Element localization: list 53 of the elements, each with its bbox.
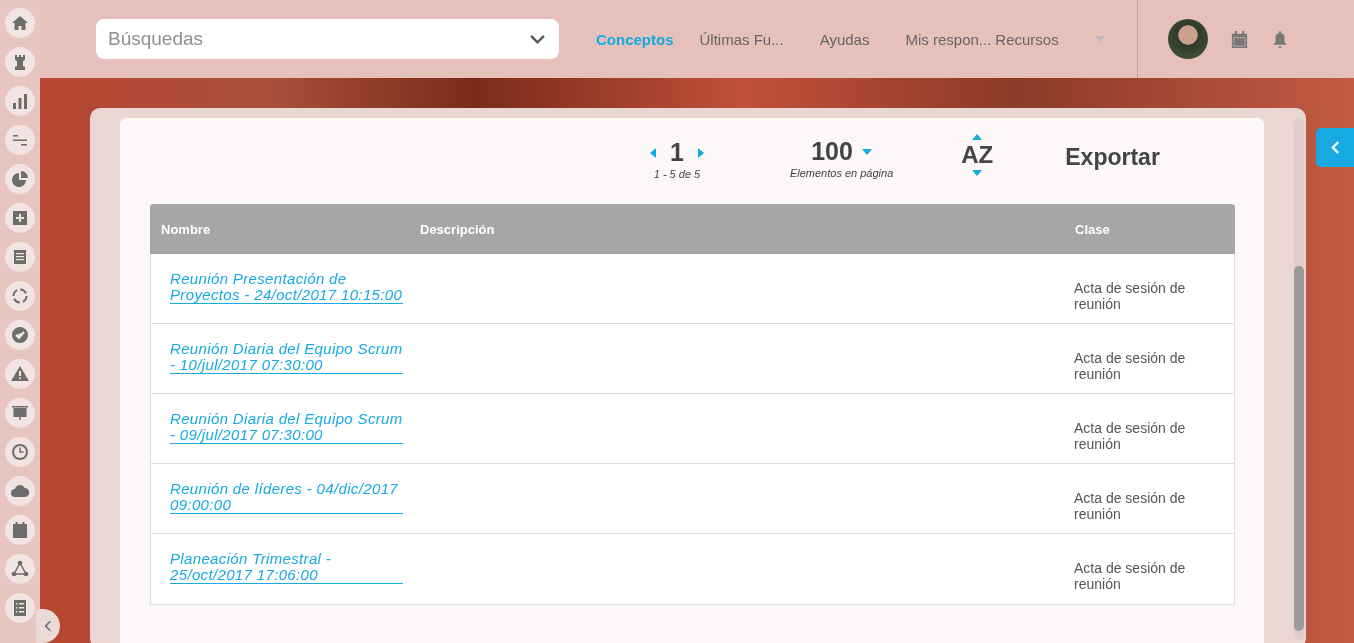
column-header: Nombre bbox=[160, 221, 212, 237]
next-page-icon[interactable] bbox=[697, 147, 704, 158]
home-icon[interactable] bbox=[5, 8, 35, 38]
presentation-icon[interactable] bbox=[5, 398, 35, 428]
scrollbar[interactable] bbox=[1294, 118, 1304, 640]
column-header: Clase bbox=[1075, 221, 1111, 237]
nav-tab[interactable]: Ayudas bbox=[819, 30, 870, 48]
page-number: 1 bbox=[670, 138, 684, 167]
lines-icon[interactable] bbox=[5, 125, 35, 155]
previous-page-icon[interactable] bbox=[650, 147, 656, 158]
page-size-label: Elementos en página bbox=[789, 167, 894, 179]
calendar-icon[interactable] bbox=[5, 515, 35, 545]
search-field[interactable]: Búsquedas bbox=[96, 19, 559, 59]
table-cell-text: Acta de sesión de reunión bbox=[1074, 280, 1187, 312]
record-link[interactable]: Reunión Presentación de Proyectos - 24/oct/2017 10:15:00 bbox=[170, 271, 403, 304]
bar-chart-icon[interactable] bbox=[5, 86, 35, 116]
scrollbar-thumb[interactable] bbox=[1294, 266, 1304, 631]
cycle-icon[interactable] bbox=[5, 281, 35, 311]
warning-icon[interactable] bbox=[5, 359, 35, 389]
user-avatar[interactable] bbox=[1167, 19, 1208, 59]
column-header: Descripción bbox=[420, 221, 496, 237]
triangle-nodes-icon[interactable] bbox=[5, 554, 35, 584]
document-icon[interactable] bbox=[5, 242, 35, 272]
cloud-icon[interactable] bbox=[5, 476, 35, 506]
table-cell-text: Acta de sesión de reunión bbox=[1074, 350, 1187, 382]
nav-tab[interactable]: Recursos bbox=[995, 30, 1059, 48]
sort-up-icon[interactable] bbox=[972, 134, 983, 140]
dropdown-arrow-icon[interactable] bbox=[861, 148, 872, 155]
pie-chart-icon[interactable] bbox=[5, 164, 35, 194]
list-icon[interactable] bbox=[5, 593, 35, 623]
chevron-left-icon bbox=[44, 620, 52, 632]
chevron-down-icon bbox=[529, 34, 546, 45]
side-panel-toggle[interactable] bbox=[1316, 128, 1354, 167]
chess-rook-icon[interactable] bbox=[5, 47, 35, 77]
record-link[interactable]: Reunión Diaria del Equipo Scrum - 10/jul/2017 07:30:00 bbox=[170, 341, 403, 374]
calendar-icon[interactable] bbox=[1229, 29, 1249, 49]
sort-az-button[interactable]: AZ bbox=[961, 142, 994, 168]
record-link[interactable]: Reunión Diaria del Equipo Scrum - 09/jul/2017 07:30:00 bbox=[170, 411, 403, 444]
clock-icon[interactable] bbox=[5, 437, 35, 467]
nav-tab[interactable]: Mis respon... bbox=[905, 30, 992, 48]
table-cell-text: Acta de sesión de reunión bbox=[1074, 490, 1187, 522]
nav-tab[interactable]: Últimas Fu... bbox=[699, 30, 784, 48]
chevron-left-icon bbox=[1330, 141, 1340, 154]
sort-down-icon[interactable] bbox=[972, 170, 983, 176]
table-cell-text: Acta de sesión de reunión bbox=[1074, 420, 1187, 452]
export-button[interactable]: Exportar bbox=[1065, 144, 1160, 171]
record-link[interactable]: Reunión de líderes - 04/dic/2017 09:00:00 bbox=[170, 481, 403, 514]
table-cell-text: Acta de sesión de reunión bbox=[1074, 560, 1187, 592]
check-circle-icon[interactable] bbox=[5, 320, 35, 350]
record-link[interactable]: Planeación Trimestral - 25/oct/2017 17:06:00 bbox=[170, 551, 403, 584]
collapse-sidebar-button[interactable] bbox=[36, 609, 60, 643]
page-range: 1 - 5 de 5 bbox=[653, 168, 701, 180]
page-size-value[interactable]: 100 bbox=[811, 137, 853, 166]
